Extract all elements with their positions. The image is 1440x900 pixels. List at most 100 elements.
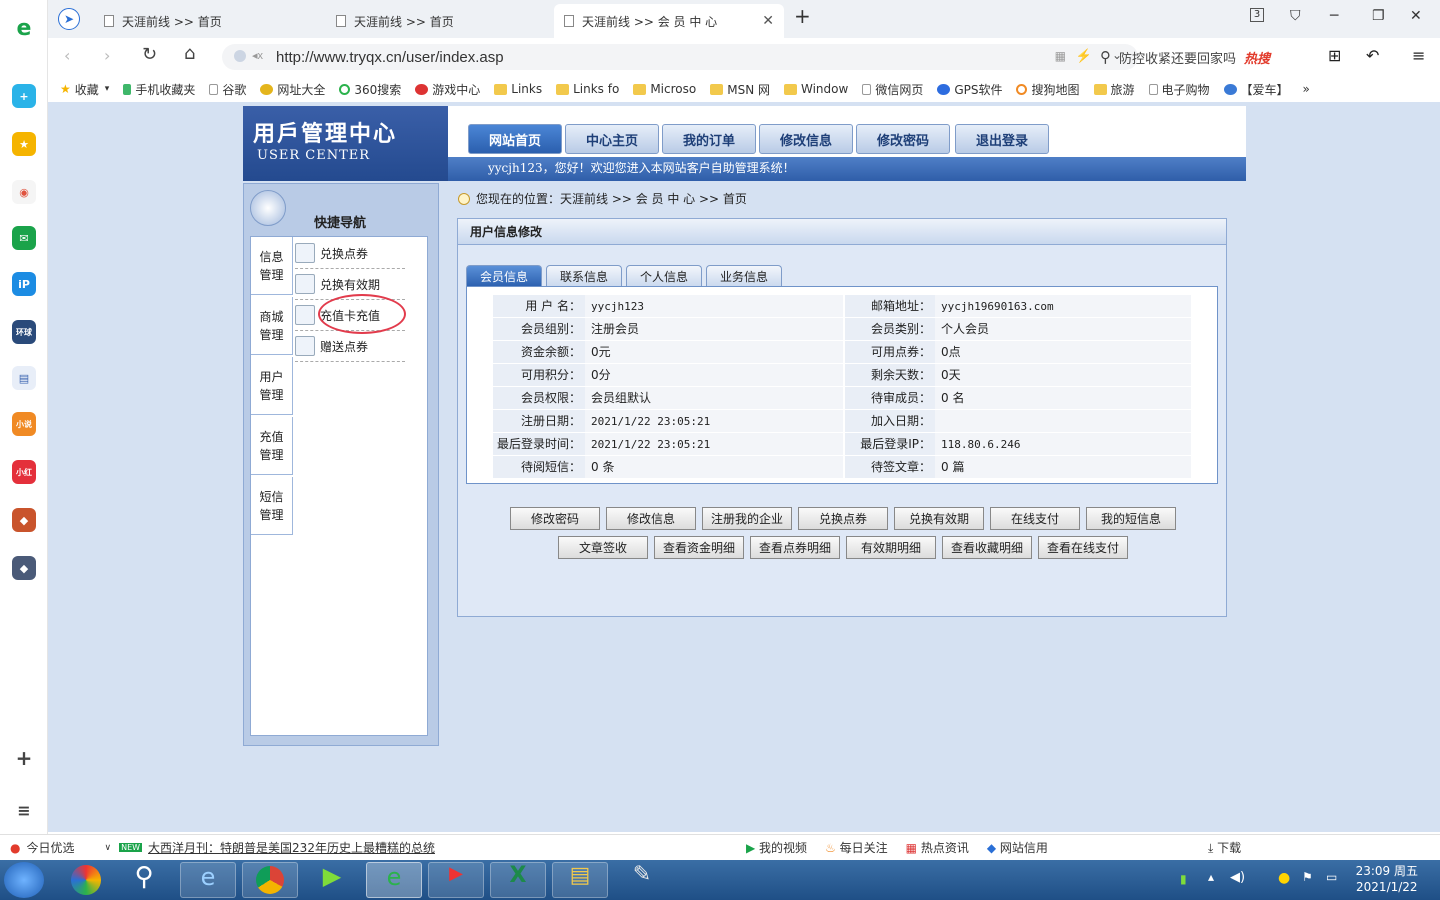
- restore-icon[interactable]: ❐: [1372, 8, 1385, 24]
- category-sms[interactable]: 短信 管理: [251, 477, 293, 535]
- paint-icon[interactable]: ✎: [614, 862, 670, 898]
- ip-icon[interactable]: iP: [12, 272, 36, 296]
- bookmark-folder[interactable]: Window: [783, 82, 848, 96]
- taskbar-app-1[interactable]: [58, 862, 114, 898]
- volume-icon[interactable]: ◀): [1230, 870, 1245, 885]
- bookmark-folder[interactable]: Links: [494, 82, 542, 96]
- bookmark-item[interactable]: 谷歌: [209, 81, 246, 98]
- ie-icon[interactable]: e: [180, 862, 236, 898]
- close-tab-icon[interactable]: ✕: [762, 13, 774, 29]
- favorites-detail-button[interactable]: 查看收藏明细: [942, 536, 1032, 559]
- qr-icon[interactable]: ▦: [1055, 49, 1066, 63]
- game-icon-2[interactable]: ◆: [12, 556, 36, 580]
- link-exchange-points[interactable]: 兑换点券: [295, 238, 405, 269]
- tab-1[interactable]: 天涯前线 >> 首页: [94, 4, 320, 38]
- info-item-video[interactable]: ▶ 我的视频: [746, 839, 807, 856]
- bookmark-item[interactable]: 网址大全: [260, 81, 325, 98]
- info-item-daily[interactable]: ♨ 每日关注: [825, 839, 888, 856]
- bookmark-item[interactable]: 360搜索: [339, 81, 401, 98]
- forward-icon[interactable]: ›: [104, 46, 110, 65]
- start-button[interactable]: [4, 862, 44, 898]
- bookmark-folder[interactable]: Microso: [633, 82, 696, 96]
- display-icon[interactable]: ▭: [1326, 870, 1337, 884]
- bookmarks-more[interactable]: »: [1303, 82, 1310, 96]
- battery-icon[interactable]: ▮: [1180, 872, 1187, 886]
- tray-up-icon[interactable]: ▴: [1208, 870, 1214, 884]
- edit-info-button[interactable]: 修改信息: [606, 507, 696, 530]
- article-signoff-button[interactable]: 文章签收: [558, 536, 648, 559]
- bookmark-folder[interactable]: MSN 网: [710, 81, 770, 98]
- player-icon[interactable]: ▶: [304, 862, 360, 898]
- online-payment-button[interactable]: 在线支付: [990, 507, 1080, 530]
- youku-icon[interactable]: ▶: [428, 862, 484, 898]
- today-picks[interactable]: 今日优选: [26, 839, 74, 856]
- browser-taskbar-icon[interactable]: e: [366, 862, 422, 898]
- link-gift-points[interactable]: 赠送点券: [295, 331, 405, 362]
- star-icon[interactable]: ★: [12, 132, 36, 156]
- funds-detail-button[interactable]: 查看资金明细: [654, 536, 744, 559]
- bookmark-item[interactable]: 游戏中心: [415, 81, 480, 98]
- category-shop[interactable]: 商城 管理: [251, 297, 293, 355]
- list-icon[interactable]: ≡: [12, 798, 36, 822]
- category-recharge[interactable]: 充值 管理: [251, 417, 293, 475]
- validity-detail-button[interactable]: 有效期明细: [846, 536, 936, 559]
- shirt-icon[interactable]: ⛉: [1290, 8, 1301, 24]
- minimize-icon[interactable]: ─: [1330, 8, 1338, 24]
- news-headline[interactable]: 大西洋月刊：特朗普是美国232年历史上最糟糕的总统: [148, 839, 435, 856]
- back-icon[interactable]: ‹: [64, 46, 70, 65]
- explorer-icon[interactable]: ▤: [552, 862, 608, 898]
- menu-icon[interactable]: ≡: [1412, 46, 1425, 65]
- download-item[interactable]: ⤓ 下载: [1208, 839, 1241, 856]
- chevron-down-icon[interactable]: ∨: [105, 843, 112, 853]
- tab-3[interactable]: 天涯前线 >> 会 员 中 心 ✕: [554, 4, 784, 38]
- tab-member-info[interactable]: 会员信息: [466, 265, 542, 287]
- app-icon-1[interactable]: +: [12, 84, 36, 108]
- tab-count-badge[interactable]: 3: [1250, 8, 1264, 22]
- bookmark-folder[interactable]: 旅游: [1093, 81, 1135, 98]
- speed-icon[interactable]: ⚡: [1076, 48, 1092, 64]
- app-icon-6[interactable]: 环球: [12, 320, 36, 344]
- bookmark-item[interactable]: 微信网页: [862, 81, 923, 98]
- category-user[interactable]: 用户 管理: [251, 357, 293, 415]
- search-box[interactable]: ⚲ 防控收紧还要回家吗 热搜: [1100, 44, 1310, 70]
- search-taskbar-icon[interactable]: ⚲: [116, 862, 172, 898]
- excel-icon[interactable]: X: [490, 862, 546, 898]
- apps-grid-icon[interactable]: ⊞: [1328, 46, 1341, 65]
- online-payment-detail-button[interactable]: 查看在线支付: [1038, 536, 1128, 559]
- doc-icon[interactable]: ▤: [12, 366, 36, 390]
- add-icon[interactable]: +: [12, 746, 36, 770]
- change-password-button[interactable]: 修改密码: [510, 507, 600, 530]
- bookmark-favorites[interactable]: ★ 收藏 ▾: [60, 81, 109, 98]
- tab-personal-info[interactable]: 个人信息: [626, 265, 702, 287]
- nav-edit-info[interactable]: 修改信息: [759, 124, 853, 154]
- navigate-icon[interactable]: ➤: [58, 8, 80, 30]
- home-icon[interactable]: ⌂: [184, 43, 195, 64]
- new-tab-icon[interactable]: +: [794, 4, 811, 28]
- close-window-icon[interactable]: ✕: [1410, 8, 1422, 24]
- system-clock[interactable]: 23:09 周五 2021/1/22: [1356, 863, 1418, 895]
- reload-icon[interactable]: ↻: [142, 44, 157, 65]
- bookmark-item[interactable]: 【爱车】: [1223, 81, 1289, 98]
- redbook-icon[interactable]: 小红: [12, 460, 36, 484]
- nav-orders[interactable]: 我的订单: [662, 124, 756, 154]
- nav-home[interactable]: 网站首页: [468, 124, 562, 154]
- chrome-icon[interactable]: [242, 862, 298, 898]
- register-company-button[interactable]: 注册我的企业: [702, 507, 792, 530]
- bookmark-item[interactable]: 搜狗地图: [1016, 81, 1080, 98]
- tab-business-info[interactable]: 业务信息: [706, 265, 782, 287]
- bookmark-item[interactable]: 手机收藏夹: [123, 81, 195, 98]
- mail-icon[interactable]: ✉: [12, 226, 36, 250]
- my-messages-button[interactable]: 我的短信息: [1086, 507, 1176, 530]
- hot-search-badge[interactable]: 热搜: [1244, 48, 1270, 67]
- category-info[interactable]: 信息 管理: [251, 237, 293, 295]
- undo-icon[interactable]: ↶: [1366, 46, 1379, 65]
- bookmark-item[interactable]: 电子购物: [1148, 81, 1210, 98]
- info-item-hot[interactable]: ▦ 热点资讯: [906, 839, 969, 856]
- bookmark-item[interactable]: GPS软件: [937, 81, 1002, 98]
- points-detail-button[interactable]: 查看点券明细: [750, 536, 840, 559]
- nav-change-password[interactable]: 修改密码: [856, 124, 950, 154]
- exchange-points-button[interactable]: 兑换点券: [798, 507, 888, 530]
- game-icon-1[interactable]: ◆: [12, 508, 36, 532]
- nav-center[interactable]: 中心主页: [565, 124, 659, 154]
- url-input[interactable]: ◂x http://www.tryqx.cn/user/index.asp ▦ …: [222, 44, 1138, 70]
